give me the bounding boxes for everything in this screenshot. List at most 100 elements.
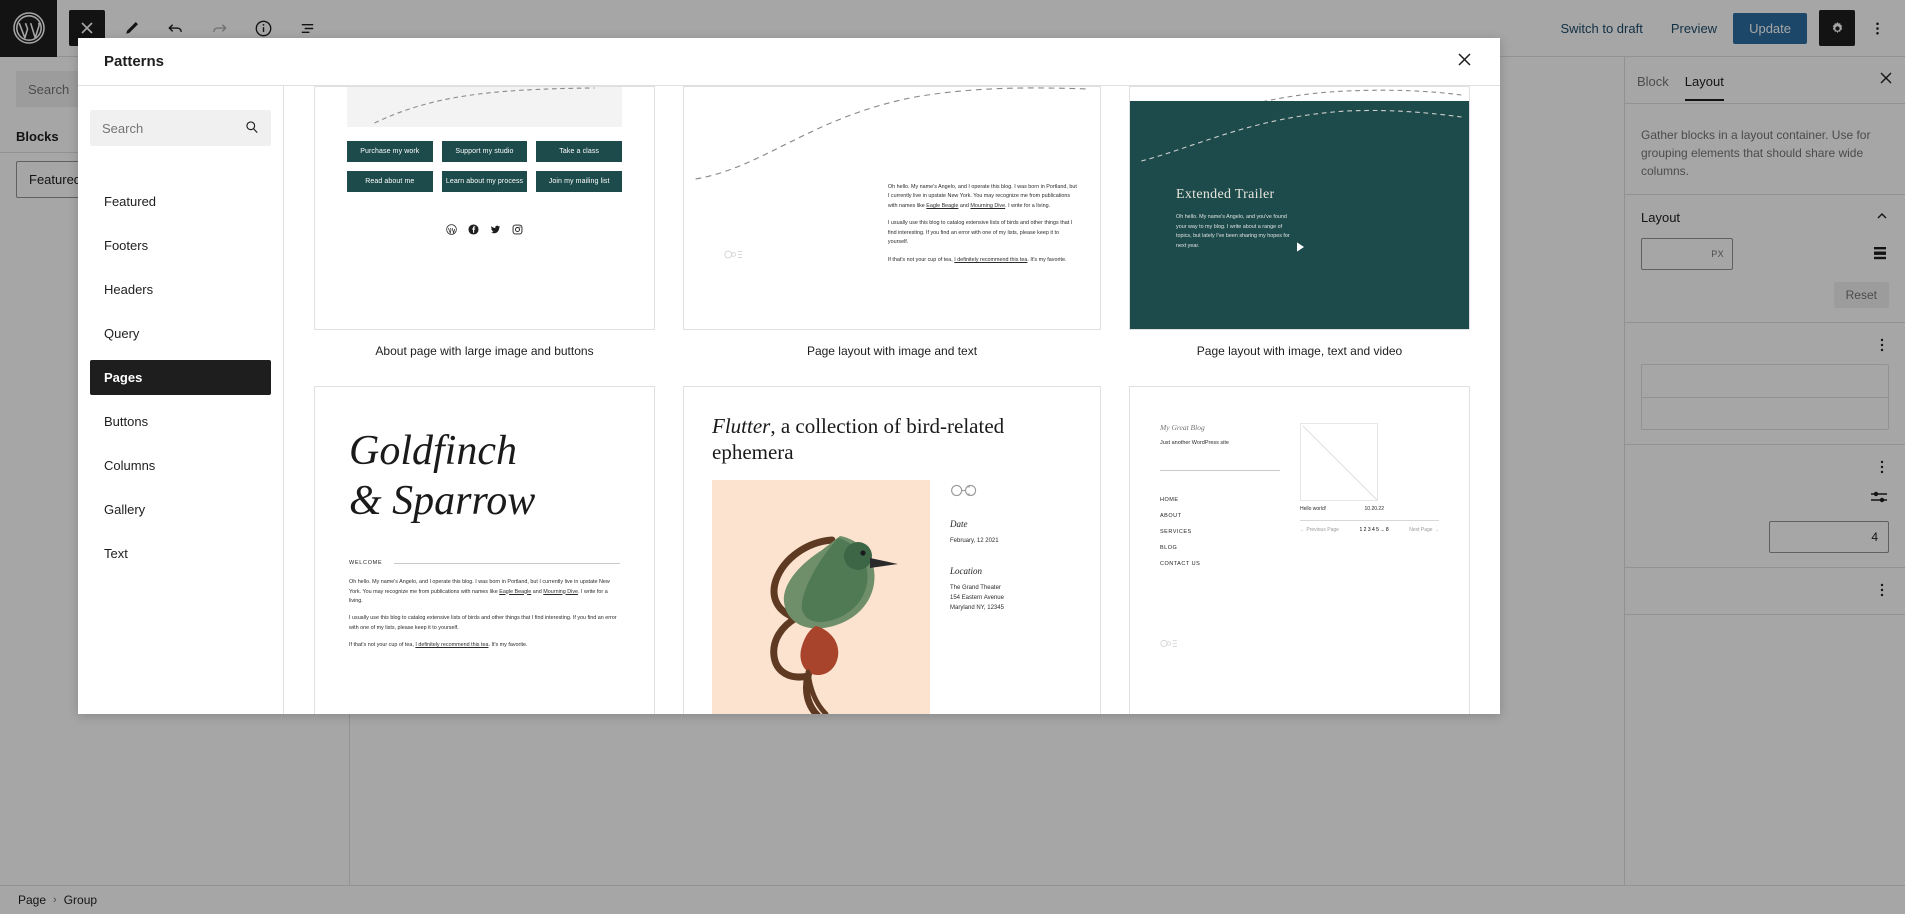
para1-c: . I write for a living. — [1005, 202, 1051, 209]
paragraph-1: Oh hello. My name's Angelo, and I operat… — [349, 578, 620, 606]
pattern-preview-image-text[interactable]: Oh hello. My name's Angelo, and I operat… — [683, 86, 1101, 330]
post-thumbnail — [1300, 423, 1378, 501]
patterns-sidebar: Search Featured Footers Headers Query Pa… — [78, 86, 283, 714]
para3-a: If that's not your cup of tea, — [887, 256, 955, 263]
patterns-grid-container[interactable]: Purchase my work Support my studio Take … — [283, 86, 1500, 714]
post-date: 10.20.22 — [1364, 506, 1384, 512]
pattern-teal-panel: Extended Trailer Oh hello. My name's Ang… — [1130, 101, 1469, 329]
nav-item-services[interactable]: SERVICES — [1160, 529, 1280, 535]
pattern-body-text: Oh hello. My name's Angelo, and I operat… — [349, 578, 620, 651]
play-icon[interactable] — [1291, 238, 1309, 256]
pattern-preview-about-page[interactable]: Purchase my work Support my studio Take … — [314, 86, 655, 330]
horizontal-rule — [1160, 470, 1280, 471]
para1-link1[interactable]: Eagle Beagle — [926, 203, 958, 209]
pattern-blog-content: My Great Blog Just another WordPress sit… — [1130, 387, 1469, 648]
nav-item-blog[interactable]: BLOG — [1160, 545, 1280, 551]
search-icon[interactable] — [245, 120, 259, 137]
pattern-button[interactable]: Purchase my work — [347, 141, 433, 162]
pattern-blog-sidebar: My Great Blog Just another WordPress sit… — [1160, 423, 1280, 648]
pattern-preview-flutter[interactable]: Flutter, a collection of bird-related ep… — [683, 386, 1101, 714]
pattern-image-placeholder — [347, 87, 622, 127]
pattern-event-meta: Date February, 12 2021 Location The Gran… — [950, 480, 1100, 714]
pattern-video-text: Oh hello. My name's Angelo, and you've f… — [1176, 214, 1290, 250]
sidebar-item-text[interactable]: Text — [90, 536, 271, 571]
paragraph-1: Oh hello. My name's Angelo, and I operat… — [888, 183, 1078, 211]
para3-link[interactable]: I definitely recommend this tea — [954, 257, 1027, 263]
pattern-preview-goldfinch[interactable]: Goldfinch & Sparrow WELCOME Oh hello. My… — [314, 386, 655, 714]
pattern-buttons-grid: Purchase my work Support my studio Take … — [315, 127, 654, 192]
pattern-columns: Oh hello. My name's Angelo, and I operat… — [684, 183, 1100, 273]
instagram-icon — [512, 222, 523, 240]
para3-b: . It's my favorite. — [488, 642, 528, 649]
para3-b: . It's my favorite. — [1027, 256, 1067, 263]
pattern-goldfinch-content: Goldfinch & Sparrow WELCOME Oh hello. My… — [315, 387, 654, 651]
location-line-1: The Grand Theater — [950, 585, 1001, 592]
paragraph-2: I usually use this blog to catalog exten… — [349, 615, 617, 631]
sidebar-item-columns[interactable]: Columns — [90, 448, 271, 483]
pagination: ← Previous Page 1 2 3 4 5 ... 8 Next Pag… — [1300, 527, 1439, 533]
pattern-caption: Page layout with image and text — [806, 344, 978, 358]
post-title[interactable]: Hello world! — [1300, 506, 1326, 512]
nav-item-home[interactable]: HOME — [1160, 497, 1280, 503]
squiggle-icon — [374, 87, 595, 124]
pattern-top-spacer — [1130, 87, 1469, 136]
pattern-preview-image-text-video[interactable]: Extended Trailer Oh hello. My name's Ang… — [1129, 86, 1470, 330]
paragraph-2: I usually use this blog to catalog exten… — [887, 220, 1073, 246]
close-icon[interactable] — [1451, 46, 1478, 77]
monogram-icon — [1160, 639, 1280, 648]
pattern-caption: Page layout with image, text and video — [1196, 344, 1403, 358]
sidebar-item-featured[interactable]: Featured — [90, 184, 271, 219]
para1-link1[interactable]: Eagle Beagle — [499, 589, 531, 595]
patterns-modal: Patterns Search Featured Footers Headers… — [78, 38, 1500, 714]
pattern-blog-posts: Hello world! 10.20.22 ← Previous Page 1 … — [1300, 423, 1439, 648]
paragraph-3: If that's not your cup of tea, I definit… — [888, 256, 1078, 265]
patterns-modal-body: Search Featured Footers Headers Query Pa… — [78, 86, 1500, 714]
page-title: Patterns — [104, 53, 165, 70]
title-line-1: Goldfinch — [349, 428, 517, 474]
sidebar-item-query[interactable]: Query — [90, 316, 271, 351]
pattern-button[interactable]: Support my studio — [441, 141, 528, 162]
patterns-grid: Purchase my work Support my studio Take … — [314, 86, 1470, 714]
para1-link2[interactable]: Mourning Dive — [543, 589, 578, 595]
para1-b: and — [958, 202, 971, 209]
pattern-button[interactable]: Join my mailing list — [536, 171, 622, 192]
social-links — [315, 192, 654, 240]
binoculars-icon — [950, 484, 1100, 497]
para3-link[interactable]: I definitely recommend this tea — [415, 642, 488, 648]
monogram-icon — [724, 250, 750, 259]
nav-item-contact-us[interactable]: CONTACT US — [1160, 561, 1280, 567]
sidebar-item-buttons[interactable]: Buttons — [90, 404, 271, 439]
horizontal-rule — [394, 562, 620, 564]
pattern-card-flutter: Flutter, a collection of bird-related ep… — [683, 386, 1101, 714]
nav-item-about[interactable]: ABOUT — [1160, 513, 1280, 519]
pattern-card-goldfinch: Goldfinch & Sparrow WELCOME Oh hello. My… — [314, 386, 655, 714]
previous-page-link[interactable]: ← Previous Page — [1300, 527, 1339, 533]
site-title: My Great Blog — [1160, 423, 1205, 432]
pattern-title: Flutter, a collection of bird-related ep… — [684, 413, 1100, 466]
search-placeholder: Search — [102, 120, 144, 136]
pattern-card-blog-query: My Great Blog Just another WordPress sit… — [1129, 386, 1470, 714]
para1-link2[interactable]: Mourning Dive — [970, 203, 1005, 209]
pattern-button[interactable]: Read about me — [347, 171, 433, 192]
pattern-button[interactable]: Take a class — [536, 141, 622, 162]
twitter-icon — [490, 222, 501, 240]
next-page-link[interactable]: Next Page → — [1409, 527, 1439, 533]
pattern-title: Goldfinch & Sparrow — [349, 427, 620, 526]
location-label: Location — [950, 566, 983, 577]
wordpress-icon — [446, 222, 457, 240]
date-label: Date — [950, 518, 968, 529]
search-input[interactable]: Search — [90, 110, 271, 146]
pattern-video-block: Extended Trailer Oh hello. My name's Ang… — [1130, 101, 1469, 329]
page-numbers[interactable]: 1 2 3 4 5 ... 8 — [1359, 527, 1388, 533]
pattern-button[interactable]: Learn about my process — [441, 171, 528, 192]
facebook-icon — [468, 222, 479, 240]
sidebar-item-pages[interactable]: Pages — [90, 360, 271, 395]
sidebar-item-gallery[interactable]: Gallery — [90, 492, 271, 527]
pattern-flutter-content: Flutter, a collection of bird-related ep… — [684, 387, 1100, 714]
location-line-3: Maryland NY, 12345 — [950, 605, 1004, 612]
sidebar-item-footers[interactable]: Footers — [90, 228, 271, 263]
sidebar-item-headers[interactable]: Headers — [90, 272, 271, 307]
site-tagline: Just another WordPress site — [1160, 440, 1229, 446]
pattern-preview-blog-query[interactable]: My Great Blog Just another WordPress sit… — [1129, 386, 1470, 714]
horizontal-rule — [1300, 520, 1439, 521]
